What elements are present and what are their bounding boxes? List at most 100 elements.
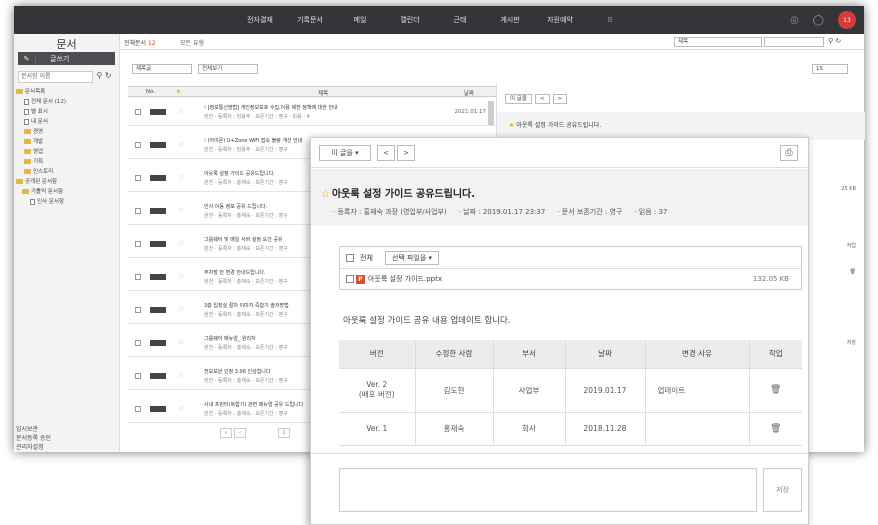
row-checkbox[interactable] <box>135 241 141 247</box>
folder-icon <box>24 169 31 174</box>
col-date[interactable]: 날짜 <box>464 89 474 97</box>
chat-icon[interactable]: ◯ <box>813 15 824 26</box>
per-page-select[interactable]: 15 <box>812 64 848 74</box>
star-icon[interactable]: ☆ <box>178 239 184 247</box>
search-input[interactable] <box>764 37 824 47</box>
attachment-row[interactable]: P 아웃룩 설정 가이드.pptx 132.05 KB <box>340 269 801 289</box>
star-icon[interactable]: ☆ <box>321 189 330 200</box>
document-icon <box>24 118 29 125</box>
col-no[interactable]: No. <box>146 89 155 95</box>
nav-approval[interactable]: 전자결재 <box>242 6 278 34</box>
modal-next-button[interactable]: > <box>397 145 415 161</box>
star-icon[interactable]: ☆ <box>178 272 184 280</box>
search-type-select[interactable]: 제목 <box>674 37 762 47</box>
list-scrollbar[interactable] <box>488 101 494 125</box>
modal-toolbar: 이 글을 ▾ < > ⎙ <box>311 138 808 168</box>
comment-input[interactable] <box>339 468 757 512</box>
row-title[interactable]: ! [정보통신망법] 개인정보보호 수집,이용 제한 정책에 대한 안내 <box>204 104 404 111</box>
row-checkbox[interactable] <box>135 274 141 280</box>
row-checkbox[interactable] <box>135 109 141 115</box>
file-checkbox[interactable] <box>346 275 354 283</box>
tree-item[interactable]: 인스토리 <box>16 167 119 177</box>
row-checkbox[interactable] <box>135 373 141 379</box>
folder-icon <box>24 149 31 154</box>
row-checkbox[interactable] <box>135 142 141 148</box>
version-table: 버전 수정한 사람 부서 날짜 변경 사유 작업 Ver. 2 (배포 버전) 김… <box>339 340 802 446</box>
col-title[interactable]: 제목 <box>318 89 328 97</box>
date-cell: 2018.11.28 <box>565 412 646 446</box>
tree-item[interactable]: 전체 문서 (12) <box>16 97 119 107</box>
nav-records[interactable]: 기록문서 <box>292 6 328 34</box>
view-select[interactable]: 전체보기 <box>198 64 258 74</box>
page-number[interactable]: 1 <box>278 428 290 438</box>
trash-icon[interactable]: 🗑 <box>850 269 856 275</box>
user-icon[interactable]: ◎ <box>790 15 799 26</box>
tree-item[interactable]: 문서목록 <box>16 87 119 97</box>
title-select[interactable]: 제목글 <box>132 64 192 74</box>
tree-item[interactable]: 경영 <box>16 127 119 137</box>
first-page-button[interactable]: « <box>220 428 232 438</box>
preview-save[interactable]: 저장 <box>847 339 856 346</box>
modal-prev-button[interactable]: < <box>377 145 395 161</box>
prev-page-button[interactable]: ‹ <box>234 428 246 438</box>
tree-item[interactable]: 공개된 문서함 <box>16 177 119 187</box>
selected-files-select[interactable]: 선택 파일을 ▾ <box>384 250 440 265</box>
preview-next-button[interactable]: > <box>552 94 568 104</box>
nav-board[interactable]: 게시판 <box>492 6 528 34</box>
grid-icon[interactable]: ⁞⁞ <box>592 6 628 34</box>
star-icon[interactable]: ☆ <box>178 404 184 412</box>
pptx-icon: P <box>356 274 365 284</box>
write-label: 글쓰기 <box>50 54 70 63</box>
search-icon[interactable]: ⚲ ↻ <box>828 37 841 45</box>
version-table-header: 버전 수정한 사람 부서 날짜 변경 사유 작업 <box>339 340 802 369</box>
write-button[interactable]: ✎ 글쓰기 <box>18 52 115 65</box>
star-icon[interactable]: ☆ <box>178 371 184 379</box>
sidebar-bottom-item[interactable]: 관리자설정 <box>16 443 51 452</box>
table-row[interactable]: ☆ ! [정보통신망법] 개인정보보호 수집,이용 제한 정책에 대한 안내원천 … <box>128 98 496 126</box>
tree-item[interactable]: 내 문서 <box>16 117 119 127</box>
search-icon[interactable]: ⚲ ↻ <box>93 71 115 83</box>
grid-header: No. ★ 제목 날짜 <box>128 86 496 97</box>
modal-nav-select[interactable]: 이 글을 ▾ <box>319 145 371 161</box>
trash-icon[interactable]: 🗑 <box>770 424 781 434</box>
nav-mail[interactable]: 메일 <box>342 6 378 34</box>
star-icon[interactable]: ☆ <box>178 338 184 346</box>
row-checkbox[interactable] <box>135 406 141 412</box>
select-all-files-checkbox[interactable] <box>346 253 354 262</box>
star-icon[interactable]: ☆ <box>178 206 184 214</box>
row-meta: 원천 · 등록자 : 임용주 · 보존기간 : 영구 · 읽음 : 4 <box>204 114 310 120</box>
sidebar-bottom-item[interactable]: 임시보관 <box>16 425 51 434</box>
action-cell: 🗑 <box>749 368 802 413</box>
sidebar-bottom-item[interactable]: 문서등록 승인 <box>16 434 51 443</box>
tree-item[interactable]: 영업 <box>16 147 119 157</box>
sidebar-title: 문서 <box>56 38 77 51</box>
preview-prev-button[interactable]: < <box>534 94 550 104</box>
row-date: 2021.01.17 <box>454 109 487 115</box>
tree-item[interactable]: 가톨릭 문서함 <box>16 187 119 197</box>
row-checkbox[interactable] <box>135 307 141 313</box>
preview-nav-select[interactable]: 이 글을 <box>505 94 532 104</box>
nav-attendance[interactable]: 근태 <box>442 6 478 34</box>
sidebar-search-input[interactable]: 문서함 이름 <box>18 71 93 83</box>
star-icon[interactable]: ☆ <box>178 140 184 148</box>
star-icon[interactable]: ☆ <box>178 107 184 115</box>
nav-calendar[interactable]: 캘린더 <box>392 6 428 34</box>
tree-item[interactable]: 기획 <box>16 157 119 167</box>
type-filter[interactable]: 모든 유형 <box>180 38 204 47</box>
row-checkbox[interactable] <box>135 340 141 346</box>
trash-icon[interactable]: 🗑 <box>770 385 781 395</box>
row-checkbox[interactable] <box>135 175 141 181</box>
notification-bell-icon[interactable]: 13 <box>838 11 856 29</box>
tree-item[interactable]: 개발 <box>16 137 119 147</box>
reason-cell: 업데이트 <box>645 368 750 413</box>
star-icon[interactable]: ☆ <box>178 173 184 181</box>
star-icon[interactable]: ☆ <box>178 305 184 313</box>
save-button[interactable]: 저장 <box>763 468 802 512</box>
nav-resource[interactable]: 자원예약 <box>542 6 578 34</box>
print-icon[interactable]: ⎙ <box>780 145 798 161</box>
tree-item[interactable]: 별 표시 <box>16 107 119 117</box>
sidebar-search: 문서함 이름 ⚲ ↻ <box>18 71 115 83</box>
tree-item[interactable]: 인사 문서함 <box>16 197 119 207</box>
row-checkbox[interactable] <box>135 208 141 214</box>
file-name[interactable]: 아웃룩 설정 가이드.pptx <box>368 274 442 284</box>
